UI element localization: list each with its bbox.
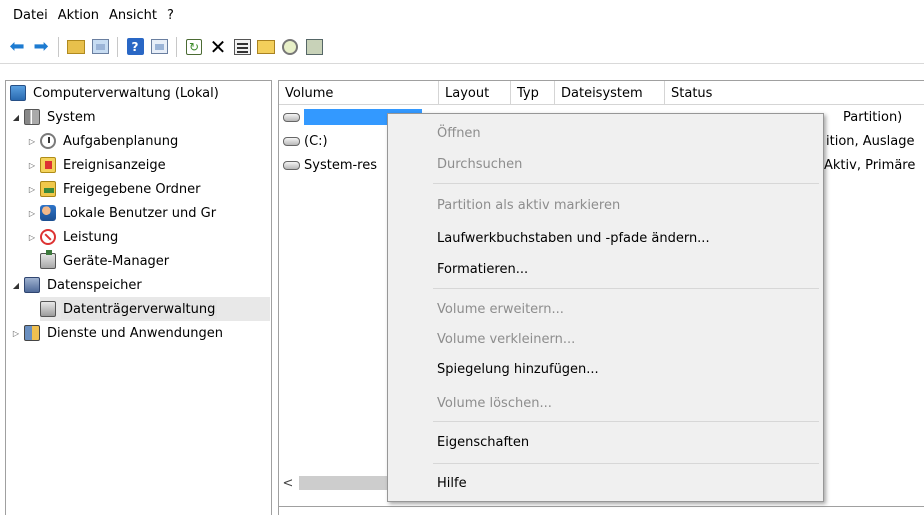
status-cell: ition, Auslage	[826, 133, 915, 149]
column-header-layout[interactable]: Layout	[439, 81, 511, 105]
volume-icon	[283, 160, 300, 170]
tree-item-label: Computerverwaltung (Lokal)	[33, 85, 219, 101]
storage-icon	[24, 277, 40, 293]
menu-item-volume-loeschen[interactable]: Volume löschen...	[390, 390, 821, 416]
expand-icon[interactable]: ▷	[26, 233, 38, 242]
volume-name: (C:)	[304, 133, 328, 149]
tree-item-label: Ereignisanzeige	[63, 157, 166, 173]
tree-item-dienste[interactable]: ▷ Dienste und Anwendungen	[10, 321, 225, 345]
folder-up-icon[interactable]	[65, 36, 87, 58]
help-icon[interactable]: ?	[124, 36, 146, 58]
tree-item-lokale-benutzer[interactable]: ▷ Lokale Benutzer und Gr	[26, 201, 218, 225]
menu-separator	[433, 183, 819, 184]
menu-item-volume-erweitern[interactable]: Volume erweitern...	[390, 296, 821, 322]
status-cell: Aktiv, Primäre	[824, 157, 916, 173]
delete-icon[interactable]: ✕	[207, 36, 229, 58]
tree-item-label: System	[47, 109, 96, 125]
column-header-dateisystem[interactable]: Dateisystem	[555, 81, 665, 105]
status-cell: Partition)	[843, 109, 903, 125]
tree-item-geraete-manager[interactable]: Geräte-Manager	[40, 249, 171, 273]
expand-icon[interactable]: ▷	[26, 209, 38, 218]
tree-item-freigegebene-ordner[interactable]: ▷ Freigegebene Ordner	[26, 177, 203, 201]
toolbar-separator	[176, 36, 177, 57]
expand-icon[interactable]: ▷	[10, 329, 22, 338]
tree-item-ereignisanzeige[interactable]: ▷ Ereignisanzeige	[26, 153, 168, 177]
volume-cell: (C:)	[283, 129, 387, 153]
search-icon[interactable]	[279, 36, 301, 58]
context-menu: Öffnen Durchsuchen Partition als aktiv m…	[387, 113, 824, 502]
menu-item-spiegelung[interactable]: Spiegelung hinzufügen...	[390, 356, 821, 382]
collapse-icon[interactable]: ◢	[10, 281, 22, 290]
services-icon	[24, 325, 40, 341]
column-header-status[interactable]: Status	[665, 81, 924, 105]
users-icon	[40, 205, 56, 221]
column-header-volume[interactable]: Volume	[279, 81, 439, 105]
menu-item-laufwerkbuchstaben[interactable]: Laufwerkbuchstaben und -pfade ändern...	[390, 225, 821, 251]
disk-management-icon	[40, 301, 56, 317]
toolbar-separator	[117, 36, 118, 57]
tree-item-computerverwaltung[interactable]: Computerverwaltung (Lokal)	[10, 81, 221, 105]
menu-item-formatieren[interactable]: Formatieren...	[390, 256, 821, 282]
menu-item-hilfe[interactable]: Hilfe	[390, 470, 821, 496]
toolbar-separator	[58, 36, 59, 57]
collapse-icon[interactable]: ◢	[10, 113, 22, 122]
expand-icon[interactable]: ▷	[26, 137, 38, 146]
tree-item-leistung[interactable]: ▷ Leistung	[26, 225, 120, 249]
performance-icon	[40, 229, 56, 245]
menu-separator	[433, 463, 819, 464]
tree-item-label: Geräte-Manager	[63, 253, 170, 269]
tree-item-label: Leistung	[63, 229, 119, 245]
expand-icon[interactable]: ▷	[26, 185, 38, 194]
tree-item-datenspeicher[interactable]: ◢ Datenspeicher	[10, 273, 144, 297]
column-header-typ[interactable]: Typ	[511, 81, 555, 105]
properties-icon[interactable]	[231, 36, 253, 58]
menu-item-eigenschaften[interactable]: Eigenschaften	[390, 429, 821, 455]
graphical-view-divider	[279, 506, 924, 515]
shared-folder-icon	[40, 181, 56, 197]
tree-item-aufgabenplanung[interactable]: ▷ Aufgabenplanung	[26, 129, 180, 153]
menu-item-volume-verkleinern[interactable]: Volume verkleinern...	[390, 326, 821, 352]
details-pane-icon[interactable]	[148, 36, 170, 58]
menu-aktion[interactable]: Aktion	[53, 8, 104, 23]
tree-item-label: Dienste und Anwendungen	[47, 325, 223, 341]
menu-separator	[433, 288, 819, 289]
tree-item-label: Datenträgerverwaltung	[61, 299, 218, 319]
show-hide-tree-icon[interactable]	[89, 36, 111, 58]
tree-item-label: Freigegebene Ordner	[63, 181, 201, 197]
menu-ansicht[interactable]: Ansicht	[104, 8, 162, 23]
menu-item-oeffnen[interactable]: Öffnen	[390, 120, 821, 146]
navigation-tree: Computerverwaltung (Lokal) ◢ System ▷ Au…	[5, 80, 272, 515]
refresh-icon[interactable]: ↻	[183, 36, 205, 58]
volume-icon	[283, 136, 300, 146]
tree-item-system[interactable]: ◢ System	[10, 105, 97, 129]
menu-item-durchsuchen[interactable]: Durchsuchen	[390, 151, 821, 177]
open-icon[interactable]	[255, 36, 277, 58]
menu-item-partition-aktiv[interactable]: Partition als aktiv markieren	[390, 192, 821, 218]
menu-separator	[433, 421, 819, 422]
forward-arrow-icon[interactable]: ➡	[30, 36, 52, 58]
expand-icon[interactable]: ▷	[26, 161, 38, 170]
menu-help[interactable]: ?	[162, 8, 179, 23]
menu-datei[interactable]: Datei	[8, 8, 53, 23]
event-viewer-icon	[40, 157, 56, 173]
tree-item-datentraegerverwaltung[interactable]: Datenträgerverwaltung	[40, 297, 270, 321]
computer-icon	[10, 85, 26, 101]
menu-bar: Datei Aktion Ansicht ?	[0, 0, 924, 30]
disk-icon[interactable]	[303, 36, 325, 58]
device-manager-icon	[40, 250, 56, 269]
scroll-left-button[interactable]: <	[279, 474, 297, 492]
toolbar: ⬅ ➡ ? ↻ ✕	[0, 30, 924, 64]
tree-item-label: Datenspeicher	[47, 277, 142, 293]
volume-name: System-res	[304, 157, 377, 173]
clock-icon	[40, 133, 56, 149]
back-arrow-icon[interactable]: ⬅	[6, 36, 28, 58]
tree-item-label: Aufgabenplanung	[63, 133, 179, 149]
tools-icon	[24, 109, 40, 125]
tree-item-label: Lokale Benutzer und Gr	[63, 205, 217, 221]
volume-icon	[283, 112, 300, 122]
column-header-row: Volume Layout Typ Dateisystem Status	[279, 81, 924, 105]
volume-cell: System-res	[283, 153, 387, 177]
